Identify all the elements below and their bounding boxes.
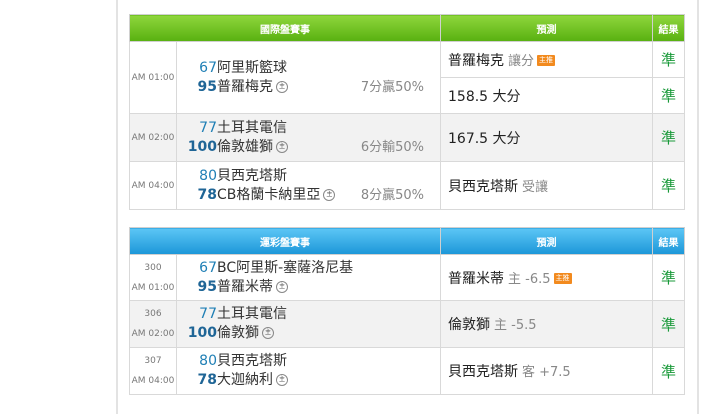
away-score: 77 — [199, 119, 217, 136]
home-score: 95 — [197, 278, 217, 295]
game-cell: 67 95 阿里斯籃球 普羅梅克主 7分贏50% — [176, 41, 441, 114]
header-match: 運彩盤賽事 — [129, 227, 441, 255]
result-mark: 準 — [652, 254, 685, 301]
home-team[interactable]: 倫敦雄獅 — [217, 139, 273, 155]
result-mark: 準 — [652, 161, 685, 210]
result-mark: 準 — [652, 113, 685, 162]
home-marker: 主 — [276, 374, 288, 386]
home-score: 100 — [187, 138, 217, 155]
result-margin: 7分贏50% — [360, 79, 424, 95]
prediction-cell: 167.5 大分 — [440, 113, 653, 162]
result-margin: 6分輸50% — [360, 139, 424, 155]
prediction-text: 167.5 大分 — [448, 130, 521, 147]
prediction-text: 158.5 大分 — [448, 88, 521, 105]
game-time: AM 02:00 — [129, 113, 177, 162]
top-pick-badge: 主推 — [537, 55, 556, 66]
away-team[interactable]: 土耳其電信 — [217, 306, 287, 322]
prediction-cell: 普羅梅克 讓分 主推 — [440, 41, 653, 78]
table-row[interactable]: AM 02:00 77 100 土耳其電信 倫敦雄獅主 6分輸50% 167.5… — [129, 113, 685, 162]
table-row[interactable]: AM 04:00 80 78 貝西克塔斯 CB格蘭卡納里亞主 8分贏50% 貝西… — [129, 161, 685, 210]
home-marker: 主 — [276, 280, 288, 293]
table-row[interactable]: 300 AM 01:00 67 95 BC阿里斯-塞薩洛尼基 普羅米蒂主 普羅米… — [129, 254, 685, 301]
prediction-type: 讓分 — [508, 53, 535, 69]
game-cell: 80 78 貝西克塔斯 大迦納利主 — [176, 347, 441, 395]
result-mark: 準 — [652, 347, 685, 395]
home-score: 95 — [197, 78, 217, 95]
sports-lottery-games-table: 運彩盤賽事 預測 結果 300 AM 01:00 67 95 BC阿里斯-塞薩洛… — [129, 227, 685, 395]
home-team[interactable]: 倫敦獅 — [217, 325, 259, 341]
home-team[interactable]: 普羅米蒂 — [217, 279, 273, 295]
away-team[interactable]: BC阿里斯-塞薩洛尼基 — [217, 260, 353, 276]
prediction-line: 主 -6.5 — [508, 271, 551, 287]
header-result: 結果 — [652, 14, 685, 42]
header-prediction: 預測 — [440, 227, 653, 255]
game-time-cell: 300 AM 01:00 — [129, 254, 177, 301]
header-match: 國際盤賽事 — [129, 14, 441, 42]
result-margin: 8分贏50% — [360, 187, 424, 203]
home-marker: 主 — [276, 140, 288, 153]
home-team[interactable]: 大迦納利 — [217, 372, 273, 388]
game-time: AM 01:00 — [129, 41, 177, 114]
game-cell: 77 100 土耳其電信 倫敦獅主 — [176, 300, 441, 348]
prediction-cell: 貝西克塔斯 受讓 — [440, 161, 653, 210]
international-games-table: 國際盤賽事 預測 結果 AM 01:00 67 95 阿里斯籃球 普羅梅克主 7… — [129, 14, 685, 210]
prediction-text: 普羅米蒂 — [448, 270, 504, 287]
away-score: 67 — [199, 259, 217, 276]
away-score: 67 — [199, 59, 217, 76]
header-result: 結果 — [652, 227, 685, 255]
table-row[interactable]: AM 01:00 67 95 阿里斯籃球 普羅梅克主 7分贏50% 普羅梅克 讓分… — [129, 41, 685, 114]
home-team[interactable]: CB格蘭卡納里亞 — [217, 187, 320, 203]
result-mark: 準 — [652, 41, 685, 78]
home-marker: 主 — [323, 188, 336, 201]
table-row[interactable]: 307 AM 04:00 80 78 貝西克塔斯 大迦納利主 貝西克塔斯客 +7… — [129, 347, 685, 395]
game-time-cell: 307 AM 04:00 — [129, 347, 177, 395]
result-mark: 準 — [652, 77, 685, 114]
away-score: 80 — [199, 167, 217, 184]
away-score: 80 — [199, 353, 217, 369]
prediction-text: 普羅梅克 — [448, 52, 504, 69]
home-score: 78 — [197, 186, 217, 203]
game-cell: 80 78 貝西克塔斯 CB格蘭卡納里亞主 8分贏50% — [176, 161, 441, 210]
game-time: AM 02:00 — [131, 329, 175, 339]
away-score: 77 — [199, 306, 217, 322]
header-prediction: 預測 — [440, 14, 653, 42]
game-time-cell: 306 AM 02:00 — [129, 300, 177, 348]
home-score: 78 — [197, 372, 217, 388]
game-time: AM 01:00 — [131, 282, 175, 293]
prediction-cell: 倫敦獅主 -5.5 — [440, 300, 653, 348]
result-mark: 準 — [652, 300, 685, 348]
home-score: 100 — [187, 325, 217, 341]
prediction-text: 倫敦獅 — [448, 317, 490, 333]
game-time: AM 04:00 — [131, 376, 175, 386]
away-team[interactable]: 阿里斯籃球 — [217, 60, 287, 76]
prediction-line: 客 +7.5 — [522, 365, 571, 380]
prediction-line: 主 -5.5 — [494, 318, 537, 333]
game-time: AM 04:00 — [129, 161, 177, 210]
home-marker: 主 — [262, 327, 274, 339]
top-pick-badge: 主推 — [553, 273, 572, 284]
game-number: 300 — [144, 262, 162, 273]
prediction-cell: 貝西克塔斯客 +7.5 — [440, 347, 653, 395]
page-left-edge — [116, 0, 118, 414]
prediction-cell: 普羅米蒂主 -6.5 主推 — [440, 254, 653, 301]
home-team[interactable]: 普羅梅克 — [217, 79, 273, 95]
away-team[interactable]: 貝西克塔斯 — [217, 168, 287, 184]
away-team[interactable]: 土耳其電信 — [217, 120, 287, 136]
game-number: 306 — [144, 309, 162, 319]
table-row[interactable]: 306 AM 02:00 77 100 土耳其電信 倫敦獅主 倫敦獅主 -5.5… — [129, 300, 685, 348]
game-cell: 67 95 BC阿里斯-塞薩洛尼基 普羅米蒂主 — [176, 254, 441, 301]
sports-lottery-table-header: 運彩盤賽事 預測 結果 — [129, 227, 685, 255]
prediction-type: 受讓 — [522, 179, 549, 195]
away-team[interactable]: 貝西克塔斯 — [217, 353, 287, 369]
prediction-cell: 158.5 大分 — [440, 77, 653, 114]
page-right-edge — [697, 0, 699, 414]
game-number: 307 — [144, 356, 162, 366]
prediction-text: 貝西克塔斯 — [448, 364, 518, 380]
home-marker: 主 — [276, 80, 288, 93]
prediction-text: 貝西克塔斯 — [448, 178, 518, 195]
international-table-header: 國際盤賽事 預測 結果 — [129, 14, 685, 42]
game-cell: 77 100 土耳其電信 倫敦雄獅主 6分輸50% — [176, 113, 441, 162]
